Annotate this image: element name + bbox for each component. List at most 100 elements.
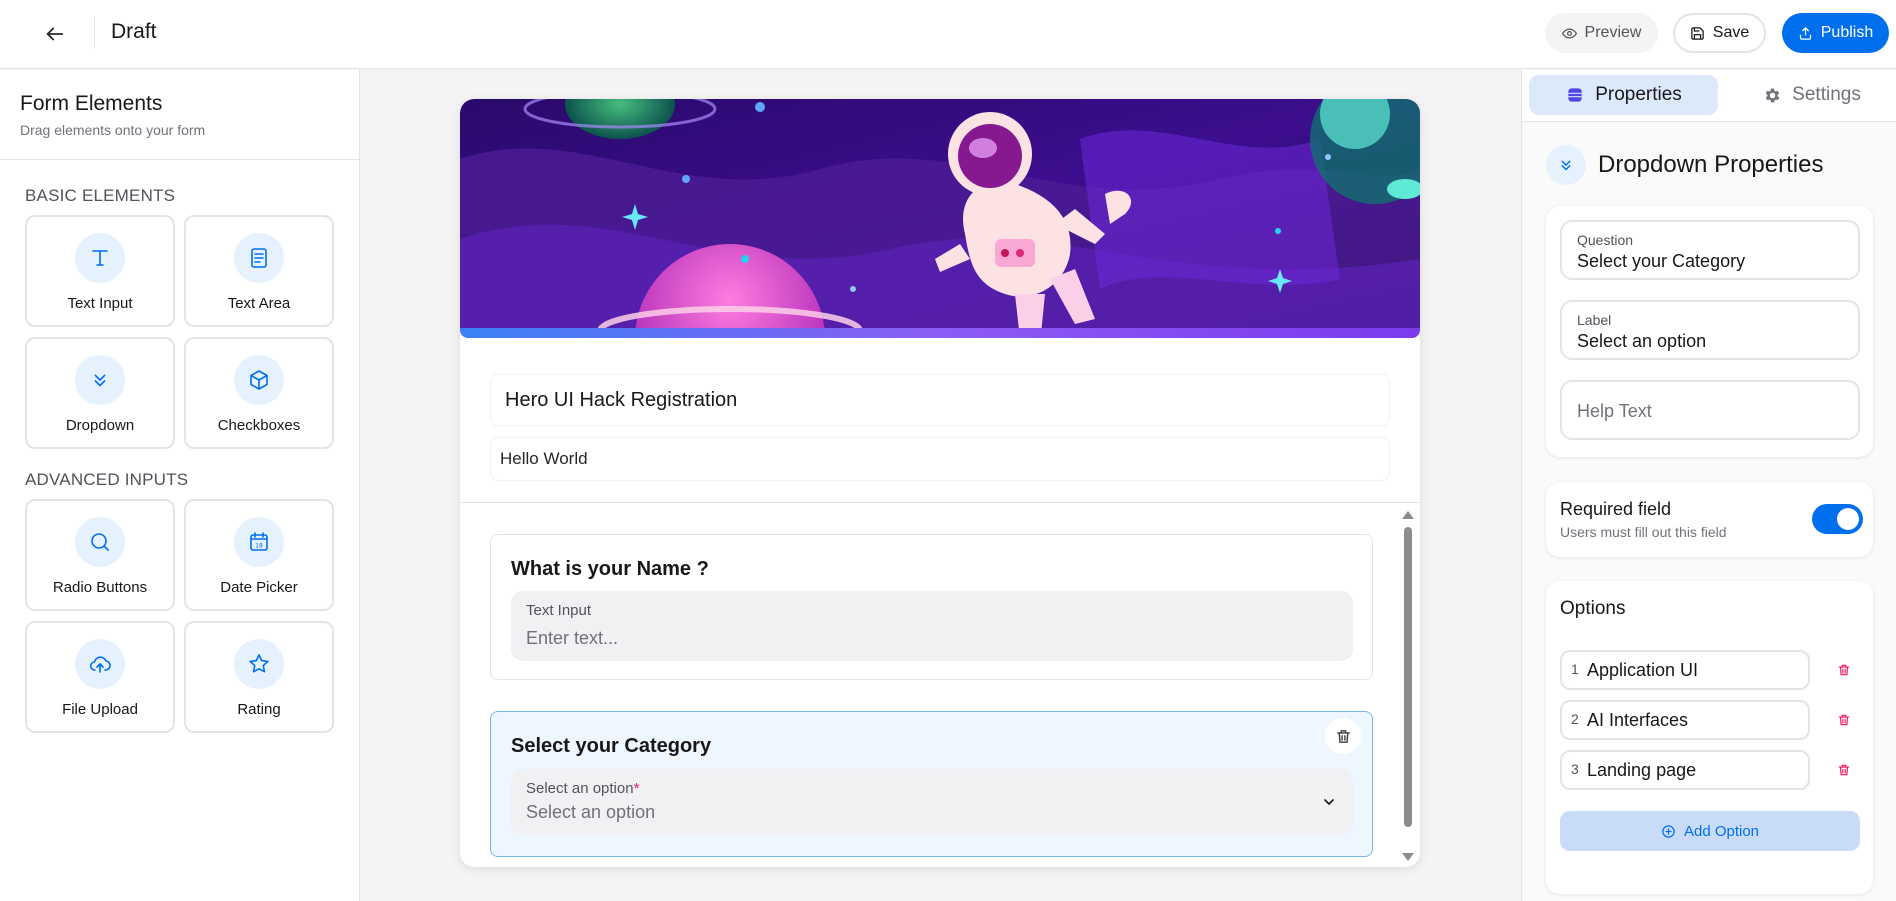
option-input[interactable]: 1 Application UI bbox=[1560, 650, 1810, 690]
eye-icon bbox=[1561, 27, 1577, 39]
help-text-placeholder: Help Text bbox=[1577, 401, 1652, 421]
page-title: Draft bbox=[111, 20, 157, 43]
chevron-double-down-icon bbox=[1561, 160, 1571, 171]
delete-option-button[interactable] bbox=[1834, 760, 1854, 780]
element-label: Radio Buttons bbox=[52, 579, 148, 596]
question-card-name[interactable]: What is your Name ? Text Input Enter tex… bbox=[490, 534, 1373, 680]
required-title: Required field bbox=[1560, 499, 1672, 519]
tab-properties[interactable]: Properties bbox=[1529, 75, 1718, 115]
tab-settings[interactable]: Settings bbox=[1737, 75, 1887, 115]
form-divider bbox=[460, 502, 1420, 503]
question-label: Question bbox=[1577, 232, 1634, 248]
sidebar-subtitle: Drag elements onto your form bbox=[20, 122, 206, 138]
basic-elements-heading: BASIC ELEMENTS bbox=[25, 186, 176, 205]
arrow-left-icon bbox=[46, 27, 64, 41]
scroll-down-arrow[interactable] bbox=[1402, 853, 1414, 861]
help-text-input[interactable]: Help Text bbox=[1560, 380, 1860, 440]
delete-option-button[interactable] bbox=[1834, 660, 1854, 680]
element-label: Text Area bbox=[227, 295, 291, 312]
form-title-input[interactable]: Hero UI Hack Registration bbox=[490, 374, 1390, 426]
tab-settings-label: Settings bbox=[1792, 84, 1861, 105]
question-card-category[interactable]: Select your Category Select an option* S… bbox=[490, 711, 1373, 857]
star-icon bbox=[234, 639, 284, 689]
question-input[interactable]: Question Select your Category bbox=[1560, 220, 1860, 280]
question-title: What is your Name ? bbox=[511, 558, 709, 580]
field-label: Text Input bbox=[526, 602, 592, 619]
label-input[interactable]: Label Select an option bbox=[1560, 300, 1860, 360]
option-text: Application UI bbox=[1587, 660, 1699, 680]
collapse-button[interactable] bbox=[1546, 145, 1586, 185]
advanced-inputs-heading: ADVANCED INPUTS bbox=[25, 470, 189, 489]
element-checkboxes[interactable]: Checkboxes bbox=[184, 337, 334, 449]
calendar-icon: 18 bbox=[234, 517, 284, 567]
option-number: 3 bbox=[1571, 761, 1579, 777]
options-card: Options 1 Application UI 2 AI Interfaces… bbox=[1546, 581, 1873, 894]
scroll-up-arrow[interactable] bbox=[1402, 511, 1414, 519]
trash-icon bbox=[1838, 714, 1850, 726]
element-label: Rating bbox=[237, 701, 281, 718]
form-canvas: Hero UI Hack Registration Hello World Wh… bbox=[361, 70, 1521, 901]
field-properties-card: Question Select your Category Label Sele… bbox=[1546, 206, 1873, 457]
upload-icon bbox=[1799, 26, 1811, 40]
scrollbar-thumb[interactable] bbox=[1404, 527, 1412, 827]
options-title: Options bbox=[1560, 598, 1626, 619]
save-button[interactable]: Save bbox=[1673, 13, 1766, 53]
delete-question-button[interactable] bbox=[1325, 718, 1361, 754]
cloud-upload-icon bbox=[75, 639, 125, 689]
element-rating[interactable]: Rating bbox=[184, 621, 334, 733]
properties-header: Dropdown Properties bbox=[1546, 145, 1823, 185]
delete-option-button[interactable] bbox=[1834, 710, 1854, 730]
label-label: Label bbox=[1577, 312, 1612, 328]
label-value: Select an option bbox=[1577, 331, 1707, 351]
sidebar-header: Form Elements Drag elements onto your fo… bbox=[0, 70, 359, 160]
toggle-knob bbox=[1837, 508, 1859, 530]
element-label: Text Input bbox=[67, 295, 133, 312]
gear-icon bbox=[1765, 88, 1780, 102]
element-label: File Upload bbox=[62, 701, 138, 718]
preview-button[interactable]: Preview bbox=[1545, 13, 1658, 53]
save-label: Save bbox=[1712, 24, 1750, 41]
option-text: AI Interfaces bbox=[1587, 710, 1689, 730]
box-icon bbox=[234, 355, 284, 405]
option-input[interactable]: 3 Landing page bbox=[1560, 750, 1810, 790]
trash-icon bbox=[1838, 764, 1850, 776]
sidebar-title: Form Elements bbox=[20, 92, 163, 115]
element-text-area[interactable]: Text Area bbox=[184, 215, 334, 327]
tab-properties-label: Properties bbox=[1595, 84, 1682, 105]
option-input[interactable]: 2 AI Interfaces bbox=[1560, 700, 1810, 740]
text-area-icon bbox=[234, 233, 284, 283]
properties-title: Dropdown Properties bbox=[1598, 151, 1824, 178]
element-date-picker[interactable]: 18 Date Picker bbox=[184, 499, 334, 611]
back-button[interactable] bbox=[38, 17, 72, 51]
publish-label: Publish bbox=[1820, 24, 1874, 41]
plus-circle-icon bbox=[1662, 824, 1675, 838]
field-placeholder: Select an option bbox=[526, 802, 656, 822]
trash-icon bbox=[1336, 729, 1350, 743]
chevron-down-icon bbox=[1324, 799, 1334, 805]
element-text-input[interactable]: Text Input bbox=[25, 215, 175, 327]
field-label: Select an option* bbox=[526, 780, 640, 797]
svg-text:18: 18 bbox=[255, 543, 263, 550]
required-subtitle: Users must fill out this field bbox=[1560, 524, 1727, 540]
option-number: 1 bbox=[1571, 661, 1579, 677]
required-field-card: Required field Users must fill out this … bbox=[1546, 482, 1873, 557]
required-asterisk: * bbox=[633, 780, 640, 797]
save-icon bbox=[1691, 26, 1704, 40]
header-divider bbox=[94, 17, 95, 49]
banner-image bbox=[460, 99, 1420, 329]
required-toggle[interactable] bbox=[1812, 504, 1863, 534]
element-label: Dropdown bbox=[65, 417, 135, 434]
option-text: Landing page bbox=[1587, 760, 1697, 780]
question-title: Select your Category bbox=[511, 735, 712, 757]
element-label: Date Picker bbox=[220, 579, 298, 596]
element-file-upload[interactable]: File Upload bbox=[25, 621, 175, 733]
publish-button[interactable]: Publish bbox=[1782, 13, 1889, 53]
text-input-field[interactable]: Text Input Enter text... bbox=[511, 591, 1353, 661]
form-elements-sidebar: Form Elements Drag elements onto your fo… bbox=[0, 70, 360, 901]
element-radio-buttons[interactable]: Radio Buttons bbox=[25, 499, 175, 611]
properties-panel: Properties Settings Dropdown Properties … bbox=[1521, 70, 1896, 901]
select-field[interactable]: Select an option* Select an option bbox=[511, 769, 1353, 835]
form-description-input[interactable]: Hello World bbox=[490, 437, 1390, 481]
add-option-button[interactable]: Add Option bbox=[1560, 811, 1860, 851]
element-dropdown[interactable]: Dropdown bbox=[25, 337, 175, 449]
